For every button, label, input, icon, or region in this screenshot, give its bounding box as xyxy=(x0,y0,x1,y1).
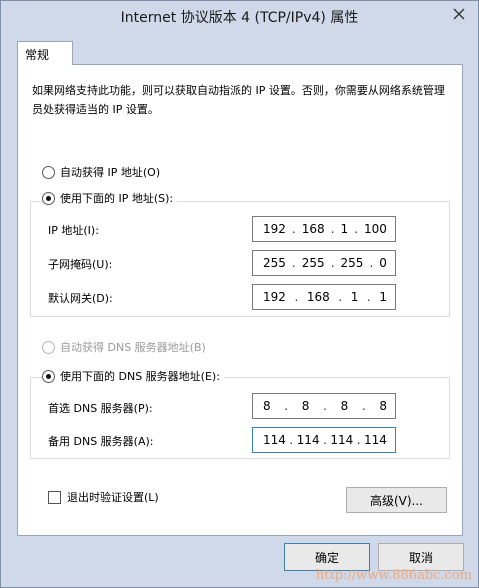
alternate-dns-input[interactable]: 114. 114. 114. 114 xyxy=(252,427,396,453)
window-title: Internet 协议版本 4 (TCP/IPv4) 属性 xyxy=(120,10,359,26)
dot-separator: . xyxy=(323,433,327,447)
subnet-mask-label: 子网掩码(U): xyxy=(48,258,113,271)
octet: 1 xyxy=(340,222,349,236)
default-gateway-input[interactable]: 192. 168. 1. 1 xyxy=(252,284,396,310)
manual-dns-option[interactable]: 使用下面的 DNS 服务器地址(E): xyxy=(42,368,224,384)
dot-separator: . xyxy=(366,290,371,304)
manual-dns-label: 使用下面的 DNS 服务器地址(E): xyxy=(60,370,220,383)
octet: 100 xyxy=(364,222,387,236)
octet: 8 xyxy=(301,399,310,413)
dot-separator: . xyxy=(361,399,366,413)
dot-separator: . xyxy=(354,222,359,236)
octet: 192 xyxy=(263,290,286,304)
dot-separator: . xyxy=(291,222,296,236)
octet: 168 xyxy=(306,290,330,304)
dot-separator: . xyxy=(284,399,289,413)
dot-separator: . xyxy=(330,222,335,236)
dot-separator: . xyxy=(338,290,343,304)
preferred-dns-input[interactable]: 8. 8. 8. 8 xyxy=(252,393,396,419)
subnet-mask-input[interactable]: 255. 255. 255. 0 xyxy=(252,250,396,276)
validate-on-exit-label: 退出时验证设置(L) xyxy=(67,491,159,504)
dot-separator: . xyxy=(291,256,296,270)
octet: 0 xyxy=(379,256,387,270)
ipv4-properties-dialog: Internet 协议版本 4 (TCP/IPv4) 属性 常规 如果网络支持此… xyxy=(0,0,479,588)
auto-dns-radio[interactable] xyxy=(42,340,55,354)
dot-separator: . xyxy=(330,256,335,270)
octet: 114 xyxy=(364,433,387,447)
advanced-button[interactable]: 高级(V)... xyxy=(346,487,447,513)
octet: 8 xyxy=(263,399,271,413)
dot-separator: . xyxy=(369,256,374,270)
ok-button[interactable]: 确定 xyxy=(284,543,370,571)
title-bar: Internet 协议版本 4 (TCP/IPv4) 属性 xyxy=(1,1,478,31)
validate-on-exit-checkbox[interactable] xyxy=(48,490,61,504)
dot-separator: . xyxy=(323,399,327,413)
dot-separator: . xyxy=(289,433,294,447)
octet: 114 xyxy=(330,433,354,447)
manual-ip-label: 使用下面的 IP 地址(S): xyxy=(60,192,174,205)
octet: 8 xyxy=(379,399,387,413)
general-panel: 如果网络支持此功能，则可以获取自动指派的 IP 设置。否则，你需要从网络系统管理… xyxy=(17,64,463,536)
close-button[interactable] xyxy=(450,5,468,23)
alternate-dns-label: 备用 DNS 服务器(A): xyxy=(48,435,154,448)
intro-text: 如果网络支持此功能，则可以获取自动指派的 IP 设置。否则，你需要从网络系统管理… xyxy=(32,84,445,116)
watermark-text: http://www.886abc.com xyxy=(316,568,472,583)
validate-on-exit-option[interactable]: 退出时验证设置(L) xyxy=(48,489,159,505)
ip-address-label: IP 地址(I): xyxy=(48,224,99,237)
octet: 255 xyxy=(340,256,364,270)
dot-separator: . xyxy=(356,433,361,447)
octet: 192 xyxy=(263,222,286,236)
octet: 1 xyxy=(350,290,359,304)
default-gateway-label: 默认网关(D): xyxy=(48,292,113,305)
octet: 255 xyxy=(263,256,286,270)
auto-ip-label: 自动获得 IP 地址(O) xyxy=(60,166,161,179)
cancel-button[interactable]: 取消 xyxy=(378,543,464,571)
octet: 168 xyxy=(301,222,325,236)
auto-ip-option[interactable]: 自动获得 IP 地址(O) xyxy=(42,164,160,180)
auto-dns-label: 自动获得 DNS 服务器地址(B) xyxy=(60,341,206,354)
octet: 114 xyxy=(296,433,320,447)
auto-dns-option[interactable]: 自动获得 DNS 服务器地址(B) xyxy=(42,339,206,355)
manual-ip-radio[interactable] xyxy=(42,191,55,205)
auto-ip-radio[interactable] xyxy=(42,165,55,179)
tab-general[interactable]: 常规 xyxy=(17,41,73,65)
close-icon xyxy=(453,8,465,20)
tab-general-label: 常规 xyxy=(25,48,50,62)
octet: 1 xyxy=(379,290,387,304)
preferred-dns-label: 首选 DNS 服务器(P): xyxy=(48,402,153,415)
dot-separator: . xyxy=(294,290,299,304)
ip-address-input[interactable]: 192. 168. 1. 100 xyxy=(252,216,396,242)
octet: 114 xyxy=(263,433,286,447)
manual-ip-option[interactable]: 使用下面的 IP 地址(S): xyxy=(42,190,178,206)
octet: 8 xyxy=(340,399,349,413)
octet: 255 xyxy=(301,256,325,270)
manual-dns-radio[interactable] xyxy=(42,369,55,383)
